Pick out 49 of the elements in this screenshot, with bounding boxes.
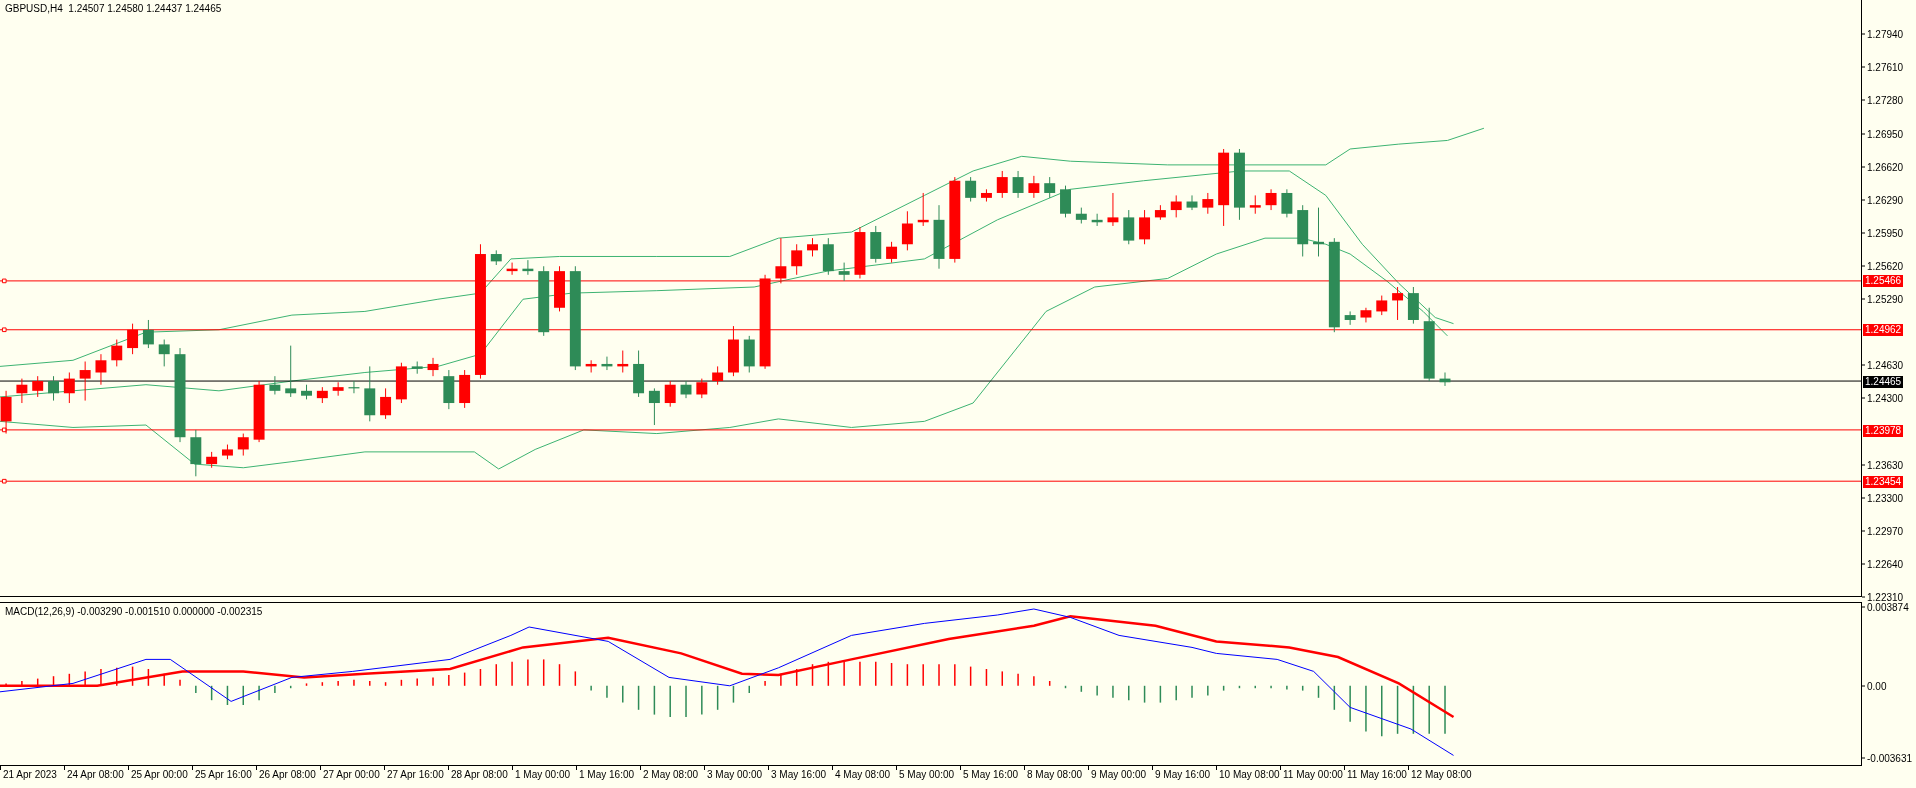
time-axis-label: 11 May 16:00	[1346, 768, 1407, 782]
price-label: 1.25466	[1863, 275, 1904, 288]
time-axis-label: 3 May 00:00	[706, 768, 763, 782]
price-axis-label: 1.25290	[1867, 293, 1904, 305]
price-label: 1.23454	[1863, 476, 1904, 488]
price-axis-label: 1.27610	[1867, 61, 1904, 73]
price-axis-label: 1.24300	[1867, 392, 1904, 404]
time-axis-label: 12 May 08:00	[1410, 768, 1472, 782]
time-axis-label: 11 May 00:00	[1282, 768, 1343, 782]
time-axis-label: 25 Apr 00:00	[130, 768, 188, 782]
price-axis-label: 1.23300	[1867, 492, 1904, 504]
price-axis-label: 1.24630	[1867, 359, 1904, 371]
time-axis-label: 25 Apr 16:00	[194, 768, 252, 782]
price-axis-label: 1.27940	[1867, 28, 1904, 40]
price-label: 1.24962	[1863, 324, 1904, 337]
time-axis-label: 24 Apr 08:00	[66, 768, 124, 782]
price-axis-label: 1.22640	[1867, 558, 1904, 570]
time-axis-label: 2 May 08:00	[642, 768, 699, 782]
time-axis-label: 1 May 16:00	[578, 768, 635, 782]
price-axis-label: 1.25620	[1867, 260, 1904, 272]
chart-header: GBPUSD,H4 1.24507 1.24580 1.24437 1.24465	[5, 3, 222, 14]
price-label: 1.23978	[1863, 424, 1904, 437]
macd-axis-label: -0.003631	[1867, 752, 1913, 764]
time-axis-label: 5 May 00:00	[898, 768, 955, 782]
price-label: 1.24465	[1863, 375, 1904, 388]
time-axis-label: 8 May 08:00	[1026, 768, 1083, 782]
time-axis-label: 21 Apr 2023	[2, 768, 57, 782]
time-axis-label: 4 May 08:00	[834, 768, 891, 782]
time-axis-label: 9 May 16:00	[1154, 768, 1211, 782]
time-axis-label: 3 May 16:00	[770, 768, 827, 782]
price-axis-label: 1.27280	[1867, 94, 1904, 106]
macd-axis-label: 0.00	[1867, 680, 1887, 692]
price-axis-label: 1.22970	[1867, 525, 1904, 537]
price-axis-label: 1.26290	[1867, 194, 1904, 206]
time-axis-label: 10 May 08:00	[1218, 768, 1280, 782]
time-axis-label: 27 Apr 00:00	[322, 768, 380, 782]
time-axis-label: 27 Apr 16:00	[386, 768, 444, 782]
price-axis-label: 1.23630	[1867, 459, 1904, 471]
price-axis-label: 1.26620	[1867, 161, 1904, 173]
price-axis-label: 1.25950	[1867, 227, 1904, 239]
time-axis-label: 26 Apr 08:00	[258, 768, 316, 782]
macd-axis-label: 0.003874	[1867, 601, 1909, 613]
macd-header: MACD(12,26,9) -0.003290 -0.001510 0.000000 -0.002315	[5, 606, 263, 617]
time-axis-label: 28 Apr 08:00	[450, 768, 508, 782]
time-axis-label: 5 May 16:00	[962, 768, 1019, 782]
time-axis-label: 1 May 00:00	[514, 768, 571, 782]
price-axis-label: 1.26950	[1867, 128, 1904, 140]
price-axis-label: 1.22310	[1867, 591, 1904, 603]
time-axis-label: 9 May 00:00	[1090, 768, 1147, 782]
